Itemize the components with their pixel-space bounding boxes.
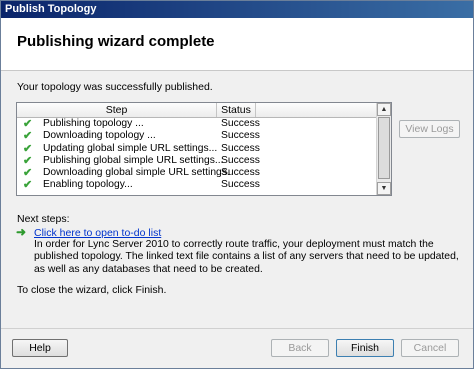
step-cell: Downloading global simple URL settings. — [43, 167, 230, 179]
step-cell: Enabling topology... — [43, 179, 133, 191]
status-cell: Success — [221, 118, 260, 129]
page-title: Publishing wizard complete — [17, 33, 215, 50]
view-logs-button[interactable]: View Logs — [399, 120, 460, 138]
next-steps-description: In order for Lync Server 2010 to correct… — [34, 239, 459, 275]
column-header-step[interactable]: Step — [17, 103, 217, 117]
success-message: Your topology was successfully published… — [17, 81, 213, 93]
scroll-down-button[interactable]: ▼ — [377, 182, 391, 195]
table-row[interactable]: ✔ Publishing topology ... Success — [17, 118, 376, 130]
step-cell: Publishing global simple URL settings... — [43, 154, 224, 166]
help-button[interactable]: Help — [12, 339, 68, 357]
status-cell: Success — [221, 154, 260, 166]
close-instruction: To close the wizard, click Finish. — [17, 284, 167, 296]
table-row[interactable]: ✔ Downloading topology ... Success — [17, 130, 376, 142]
todo-list-link[interactable]: Click here to open to-do list — [34, 227, 161, 239]
status-cell: Success — [221, 130, 260, 142]
next-steps-label: Next steps: — [17, 213, 70, 225]
cancel-button[interactable]: Cancel — [401, 339, 459, 357]
table-row[interactable]: ✔ Downloading global simple URL settings.… — [17, 167, 376, 179]
title-bar[interactable]: Publish Topology — [1, 1, 473, 18]
window-title: Publish Topology — [5, 3, 97, 15]
grid-rows: ✔ Publishing topology ... Success ✔ Download… — [17, 118, 376, 192]
status-cell: Success — [221, 167, 260, 179]
step-cell: Updating global simple URL settings... — [43, 142, 218, 154]
back-button[interactable]: Back — [271, 339, 329, 357]
status-cell: Success — [221, 142, 260, 154]
table-row[interactable]: ✔ Publishing global simple URL settings..… — [17, 155, 376, 167]
table-row[interactable]: ✔ Enabling topology... Success — [17, 179, 376, 191]
checkmark-icon: ✔ — [23, 179, 33, 192]
checkmark-icon: ✔ — [23, 142, 33, 155]
arrow-right-icon: ➜ — [16, 225, 27, 239]
checkmark-icon: ✔ — [23, 118, 33, 130]
table-row[interactable]: ✔ Updating global simple URL settings... S… — [17, 143, 376, 155]
grid-scrollbar[interactable]: ▲ ▼ — [376, 103, 391, 195]
scroll-up-button[interactable]: ▲ — [377, 103, 391, 116]
finish-button[interactable]: Finish — [336, 339, 394, 357]
steps-grid[interactable]: Step Status ✔ Publishing topology ... Succ… — [16, 102, 392, 196]
checkmark-icon: ✔ — [23, 167, 33, 180]
step-cell: Publishing topology ... — [43, 118, 144, 129]
grid-header: Step Status — [17, 103, 376, 118]
scroll-thumb[interactable] — [378, 117, 390, 179]
publish-topology-window: Publish Topology Publishing wizard compl… — [0, 0, 474, 369]
wizard-header: Publishing wizard complete — [1, 18, 473, 71]
footer-divider — [1, 328, 473, 329]
step-cell: Downloading topology ... — [43, 130, 156, 142]
column-header-status[interactable]: Status — [217, 103, 256, 117]
status-cell: Success — [221, 179, 260, 191]
checkmark-icon: ✔ — [23, 154, 33, 167]
checkmark-icon: ✔ — [23, 130, 33, 143]
